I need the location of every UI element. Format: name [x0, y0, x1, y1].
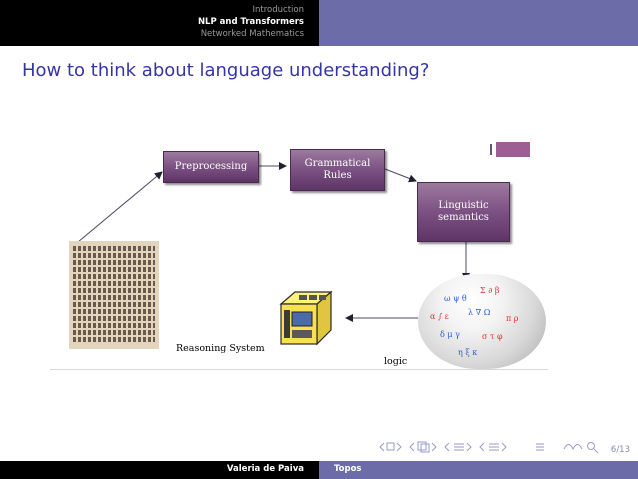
manuscript-line: [73, 316, 155, 321]
subsec-lines-icon: [489, 443, 499, 451]
header-right-panel: [319, 0, 638, 46]
manuscript-line: [73, 302, 155, 307]
globe-glyph: Σ ∂ β: [480, 286, 500, 295]
manuscript-line: [73, 253, 155, 258]
subsection-box-icon: [417, 441, 427, 451]
manuscript-line: [73, 288, 155, 293]
globe-glyph: δ μ γ: [440, 330, 460, 339]
manuscript-line: [73, 295, 155, 300]
subsec-right-icon[interactable]: [501, 442, 507, 452]
language-understanding-diagram: Preprocessing Grammatical Rules Linguist…: [50, 142, 548, 370]
page-number: 6/13: [610, 445, 630, 455]
reasoning-system-label: Reasoning System: [176, 343, 265, 354]
footer-bar: Valeria de Paiva Topos: [0, 461, 638, 479]
footer-right-panel: [319, 461, 638, 479]
align-icon[interactable]: [536, 443, 544, 451]
logic-label: logic: [384, 356, 408, 367]
manuscript-image: [69, 241, 159, 349]
arrow-manuscript-to-preprocessing: [77, 171, 163, 243]
header-bar: Introduction NLP and Transformers Networ…: [0, 0, 638, 46]
globe-glyph: λ ∇ Ω: [468, 308, 491, 317]
subsection-left-icon[interactable]: [409, 442, 415, 452]
subsection-right-icon[interactable]: [431, 442, 437, 452]
manuscript-line: [73, 330, 155, 335]
frame-right-icon[interactable]: [396, 442, 402, 452]
manuscript-line: [73, 246, 155, 251]
footer-topic: Topos: [334, 464, 362, 474]
manuscript-line: [73, 323, 155, 328]
manuscript-line: [73, 260, 155, 265]
grammatical-rules-box: Grammatical Rules: [290, 149, 385, 191]
frame-box-icon: [386, 442, 395, 451]
linguistic-semantics-box: Linguistic semantics: [417, 182, 510, 242]
beamer-navigation: [379, 441, 599, 454]
globe-glyph: π ρ: [506, 314, 519, 323]
nav-section-networked-mathematics[interactable]: Networked Mathematics: [0, 28, 304, 40]
manuscript-line: [73, 309, 155, 314]
globe-glyph: α ∫ ε: [430, 312, 449, 321]
grammatical-rules-label-line2: Rules: [323, 170, 352, 181]
frame-left-icon[interactable]: [379, 442, 385, 452]
globe-glyph: η ξ κ: [458, 348, 478, 357]
search-handle-icon: [593, 448, 599, 454]
footer-author: Valeria de Paiva: [226, 464, 304, 474]
preprocessing-label: Preprocessing: [174, 161, 248, 172]
nav-section-nlp-transformers[interactable]: NLP and Transformers: [0, 16, 304, 28]
globe-glyph: σ τ φ: [482, 332, 503, 341]
grammatical-rules-label-line1: Grammatical: [304, 158, 371, 169]
globe-glyph: ω ψ θ: [444, 294, 467, 303]
section-lines-icon: [454, 443, 464, 451]
loop-icon[interactable]: [563, 444, 583, 451]
subsection-box-icon: [420, 443, 430, 453]
arrow-grammar-to-semantics: [384, 168, 417, 183]
manuscript-line: [73, 274, 155, 279]
linguistic-semantics-label-line2: semantics: [438, 212, 489, 223]
linguistic-semantics-label-line1: Linguistic: [438, 200, 489, 211]
section-right-icon[interactable]: [466, 442, 472, 452]
language-globe-image: ω ψ θ Σ ∂ β α ∫ ε λ ∇ Ω π ρ δ μ γ σ τ φ …: [418, 274, 546, 369]
manuscript-line: [73, 281, 155, 286]
nav-section-introduction[interactable]: Introduction: [0, 4, 304, 16]
manuscript-line: [73, 267, 155, 272]
slide-title: How to think about language understandin…: [22, 60, 430, 81]
reasoning-system-cube-icon: [279, 290, 333, 346]
manuscript-line: [73, 337, 155, 342]
search-icon[interactable]: [587, 442, 595, 450]
preprocessing-box: Preprocessing: [163, 151, 259, 183]
subsec-left-icon[interactable]: [479, 442, 485, 452]
section-left-icon[interactable]: [444, 442, 450, 452]
